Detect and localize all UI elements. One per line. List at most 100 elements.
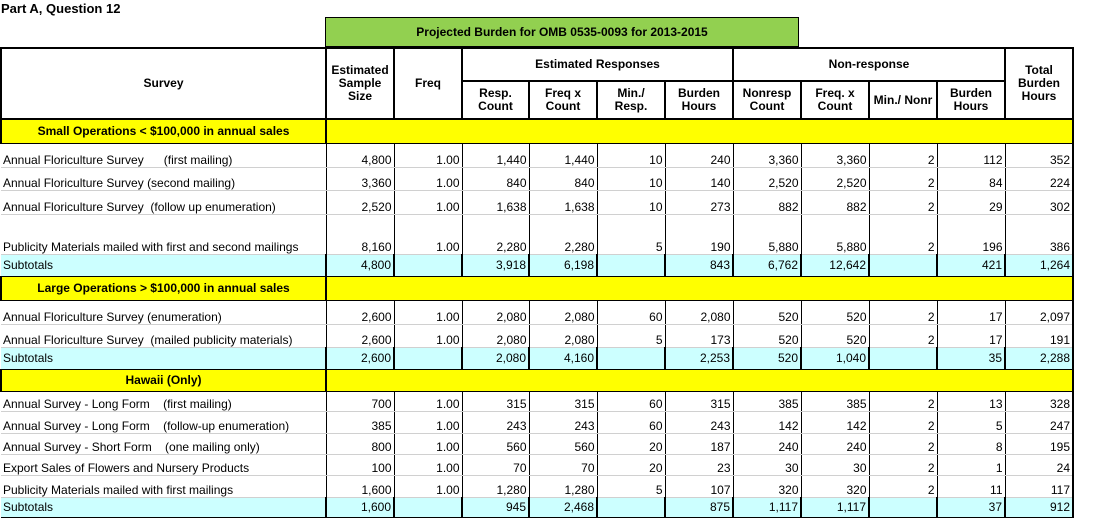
table-row: Annual Floriculture Survey (follow up en… bbox=[1, 190, 1074, 215]
subtotal-empty bbox=[868, 253, 937, 277]
cell-survey: Annual Floriculture Survey (first mailin… bbox=[1, 143, 326, 168]
cell-nbh: 29 bbox=[936, 190, 1005, 215]
cell-size: 2,600 bbox=[325, 300, 394, 325]
header-burden-hours: Burden Hours bbox=[664, 81, 733, 120]
table-row: Annual Floriculture Survey (enumeration)… bbox=[1, 300, 1074, 325]
cell-bh: 23 bbox=[664, 454, 733, 476]
cell-nfxc: 30 bbox=[800, 454, 869, 476]
cell-total: 302 bbox=[1004, 190, 1074, 215]
cell-size: 100 bbox=[325, 454, 394, 476]
cell-nbh: 8 bbox=[936, 433, 1005, 455]
cell-total: 195 bbox=[1004, 433, 1074, 455]
cell-min: 10 bbox=[596, 190, 665, 215]
header-freq: Freq bbox=[393, 47, 462, 120]
cell-fxc: 1,440 bbox=[528, 143, 597, 168]
cell-size: 800 bbox=[325, 433, 394, 455]
cell-total: 224 bbox=[1004, 167, 1074, 191]
cell-nmin: 2 bbox=[868, 411, 937, 434]
cell-nr: 30 bbox=[732, 454, 801, 476]
cell-size: 4,800 bbox=[325, 143, 394, 168]
cell-min: 5 bbox=[596, 214, 665, 255]
cell-freq: 1.00 bbox=[393, 475, 462, 498]
section-label: Large Operations > $100,000 in annual sa… bbox=[0, 275, 326, 301]
header-burden-hours-nonresp: Burden Hours bbox=[936, 81, 1005, 120]
cell-total: 24 bbox=[1004, 454, 1074, 476]
subtotal-nr: 520 bbox=[732, 346, 801, 370]
cell-nfxc: 240 bbox=[800, 433, 869, 455]
cell-survey: Publicity Materials mailed with first ma… bbox=[1, 475, 326, 498]
cell-survey: Annual Survey - Short Form (one mailing … bbox=[1, 433, 326, 455]
subtotal-empty bbox=[393, 496, 462, 518]
section-fill bbox=[325, 275, 1074, 301]
cell-fxc: 70 bbox=[528, 454, 597, 476]
cell-resp: 2,080 bbox=[461, 324, 529, 348]
subtotal-resp: 2,080 bbox=[461, 346, 529, 370]
section-header: Small Operations < $100,000 in annual sa… bbox=[0, 118, 1074, 144]
cell-nmin: 2 bbox=[868, 454, 937, 476]
header-survey: Survey bbox=[0, 47, 326, 120]
cell-nbh: 196 bbox=[936, 214, 1005, 255]
subtotal-row: Subtotals 2,600 2,080 4,160 2,253 520 1,040 35 2… bbox=[1, 346, 1074, 370]
header-sample-size: Estimated Sample Size bbox=[325, 47, 394, 120]
header-min-resp: Min./ Resp. bbox=[596, 81, 665, 120]
cell-nmin: 2 bbox=[868, 391, 937, 412]
subtotal-resp: 3,918 bbox=[461, 253, 529, 277]
cell-size: 8,160 bbox=[325, 214, 394, 255]
cell-nr: 142 bbox=[732, 411, 801, 434]
subtotal-total: 2,288 bbox=[1004, 346, 1074, 370]
table-title-text: Projected Burden for OMB 0535-0093 for 2… bbox=[416, 25, 708, 39]
subtotal-empty bbox=[868, 496, 937, 518]
header-nonresp-count: Nonresp Count bbox=[732, 81, 801, 120]
cell-survey: Publicity Materials mailed with first an… bbox=[1, 214, 326, 255]
subtotal-nr: 1,117 bbox=[732, 496, 801, 518]
cell-freq: 1.00 bbox=[393, 214, 462, 255]
cell-survey: Annual Floriculture Survey (enumeration) bbox=[1, 300, 326, 325]
cell-nfxc: 520 bbox=[800, 324, 869, 348]
section-fill bbox=[325, 368, 1074, 392]
cell-size: 700 bbox=[325, 391, 394, 412]
subtotal-nfxc: 12,642 bbox=[800, 253, 869, 277]
cell-nfxc: 142 bbox=[800, 411, 869, 434]
subtotal-empty bbox=[596, 253, 665, 277]
cell-nbh: 17 bbox=[936, 324, 1005, 348]
header-estimated-responses: Estimated Responses bbox=[461, 47, 733, 82]
cell-bh: 140 bbox=[664, 167, 733, 191]
cell-min: 20 bbox=[596, 454, 665, 476]
cell-resp: 1,280 bbox=[461, 475, 529, 498]
subtotal-label: Subtotals bbox=[1, 496, 326, 518]
cell-freq: 1.00 bbox=[393, 391, 462, 412]
subtotal-empty bbox=[868, 346, 937, 370]
cell-fxc: 840 bbox=[528, 167, 597, 191]
cell-min: 60 bbox=[596, 391, 665, 412]
cell-size: 385 bbox=[325, 411, 394, 434]
table-row: Export Sales of Flowers and Nursery Prod… bbox=[1, 454, 1074, 476]
section-label: Small Operations < $100,000 in annual sa… bbox=[0, 118, 326, 144]
cell-nr: 5,880 bbox=[732, 214, 801, 255]
subtotal-nbh: 35 bbox=[936, 346, 1005, 370]
subtotal-resp: 945 bbox=[461, 496, 529, 518]
cell-min: 60 bbox=[596, 300, 665, 325]
subtotal-row: Subtotals 4,800 3,918 6,198 843 6,762 12,642 42… bbox=[1, 253, 1074, 277]
cell-nfxc: 882 bbox=[800, 190, 869, 215]
cell-resp: 2,080 bbox=[461, 300, 529, 325]
header-non-response: Non-response bbox=[732, 47, 1005, 82]
cell-survey: Export Sales of Flowers and Nursery Prod… bbox=[1, 454, 326, 476]
cell-nfxc: 385 bbox=[800, 391, 869, 412]
cell-resp: 243 bbox=[461, 411, 529, 434]
cell-fxc: 2,080 bbox=[528, 300, 597, 325]
cell-survey: Annual Survey - Long Form (first mailing… bbox=[1, 391, 326, 412]
table-row: Annual Floriculture Survey (second maili… bbox=[1, 167, 1074, 191]
cell-nfxc: 3,360 bbox=[800, 143, 869, 168]
subtotal-empty bbox=[393, 253, 462, 277]
header-freq-x-count-nonresp: Freq. x Count bbox=[800, 81, 869, 120]
cell-nmin: 2 bbox=[868, 433, 937, 455]
cell-resp: 560 bbox=[461, 433, 529, 455]
cell-nfxc: 2,520 bbox=[800, 167, 869, 191]
cell-fxc: 243 bbox=[528, 411, 597, 434]
cell-bh: 173 bbox=[664, 324, 733, 348]
cell-total: 386 bbox=[1004, 214, 1074, 255]
subtotal-row: Subtotals 1,600 945 2,468 875 1,117 1,117 37 912 bbox=[1, 496, 1074, 518]
subtotal-fxc: 4,160 bbox=[528, 346, 597, 370]
cell-freq: 1.00 bbox=[393, 167, 462, 191]
cell-size: 2,520 bbox=[325, 190, 394, 215]
